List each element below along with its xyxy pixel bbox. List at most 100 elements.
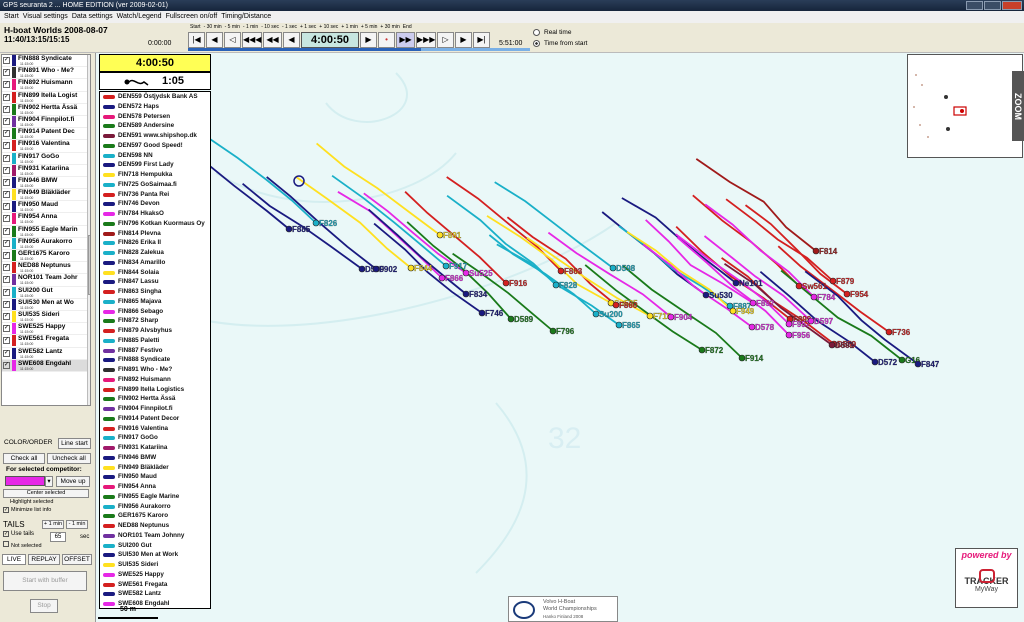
competitor-item[interactable]: ✓ FIN891 Who - Me? 11:15:00 xyxy=(2,67,90,80)
menu-item-2[interactable]: Data settings xyxy=(72,11,113,23)
legend-item[interactable]: FIN891 Who - Me? xyxy=(100,365,210,375)
competitor-checkbox[interactable]: ✓ xyxy=(3,361,10,369)
competitor-checkbox[interactable]: ✓ xyxy=(3,191,10,199)
legend-item[interactable]: GER1675 Karoro xyxy=(100,511,210,521)
competitor-checkbox[interactable]: ✓ xyxy=(3,239,10,247)
color-dropdown-arrow[interactable]: ▾ xyxy=(45,476,53,487)
legend-item[interactable]: FIN863 Singha xyxy=(100,287,210,297)
boat-label[interactable]: D578 xyxy=(755,323,775,332)
line-start-tab[interactable]: Line start xyxy=(58,438,91,449)
fwd-5min-button[interactable]: ▷ xyxy=(437,32,454,48)
boat-label[interactable]: F954 xyxy=(850,290,869,299)
boat-label[interactable]: F949 xyxy=(736,307,755,316)
competitor-checkbox[interactable]: ✓ xyxy=(3,142,10,150)
competitor-item[interactable]: ✓ FIN946 BMW 11:15:00 xyxy=(2,176,90,190)
boat-label[interactable]: F784 xyxy=(817,293,836,302)
go-end-button[interactable]: ▶| xyxy=(473,32,490,48)
boat-label[interactable]: F865 xyxy=(622,321,641,330)
close-button[interactable] xyxy=(1002,1,1022,10)
legend-item[interactable]: FIN931 Katariina xyxy=(100,443,210,453)
competitor-checkbox[interactable]: ✓ xyxy=(3,312,10,320)
competitor-item[interactable]: ✓ FIN931 Katariina 11:15:00 xyxy=(2,164,90,177)
competitor-checkbox[interactable]: ✓ xyxy=(3,227,10,235)
legend-item[interactable]: NED88 Neptunus xyxy=(100,521,210,531)
legend-item[interactable]: FIN916 Valentina xyxy=(100,424,210,434)
competitor-list-scrollbar[interactable] xyxy=(87,55,90,405)
minimize-list-info-option[interactable]: ✓ Minimize list info xyxy=(3,507,51,513)
menu-item-5[interactable]: Timing/Distance xyxy=(221,11,271,23)
back-1min-button[interactable]: ◀◀◀ xyxy=(242,32,262,48)
competitor-item[interactable]: ✓ SUI530 Men at Wo 11:15:00 xyxy=(2,298,90,311)
competitor-item[interactable]: ✓ SWE561 Fregata 11:15:00 xyxy=(2,335,90,348)
legend-item[interactable]: DEN597 Good Speed! xyxy=(100,141,210,151)
competitor-item[interactable]: ✓ SUI200 Gut 11:15:00 xyxy=(2,286,90,299)
legend-item[interactable]: FIN796 Kotkan Kuormaus Oy xyxy=(100,219,210,229)
legend-item[interactable]: DEN598 NN xyxy=(100,151,210,161)
competitor-item[interactable]: ✓ FIN955 Eagle Marin 11:15:00 xyxy=(2,225,90,238)
competitor-item[interactable]: ✓ FIN954 Anna 11:15:00 xyxy=(2,213,90,226)
fwd-30min-button[interactable]: ▶ xyxy=(455,32,472,48)
fwd-1sec-button[interactable]: ▶ xyxy=(360,32,377,48)
legend-item[interactable]: FIN892 Huismann xyxy=(100,375,210,385)
legend-item[interactable]: DEN559 Östjydsk Bank AS xyxy=(100,92,210,102)
boat-label[interactable]: F847 xyxy=(921,360,940,369)
boat-label[interactable]: F902 xyxy=(379,265,398,274)
boat-label[interactable]: F916 xyxy=(509,279,528,288)
center-selected-button[interactable]: Center selected xyxy=(3,489,89,498)
legend-item[interactable]: SWE561 Fregata xyxy=(100,580,210,590)
map-view[interactable]: 32 F885F826D599F902F844F891F917F866Su525… xyxy=(96,53,1024,622)
competitor-item[interactable]: ✓ FIN904 Finnpilot.fi 11:15:00 xyxy=(2,115,90,129)
boat-label[interactable]: D591 xyxy=(835,341,855,350)
legend-item[interactable]: FIN885 Paletti xyxy=(100,336,210,346)
legend-item[interactable]: FIN888 Syndicate xyxy=(100,355,210,365)
minimap[interactable] xyxy=(907,54,1023,158)
boat-label[interactable]: F844 xyxy=(414,264,433,273)
legend-item[interactable]: FIN828 Zalekua xyxy=(100,248,210,258)
legend-item[interactable]: FIN814 Plevna xyxy=(100,229,210,239)
boat-label[interactable]: F872 xyxy=(705,346,724,355)
maximize-button[interactable] xyxy=(984,1,1001,10)
legend-item[interactable]: FIN847 Lassu xyxy=(100,277,210,287)
legend-item[interactable]: SUI530 Men at Work xyxy=(100,550,210,560)
legend-item[interactable]: DEN591 www.shipshop.dk xyxy=(100,131,210,141)
tail-seconds-input[interactable]: 65 xyxy=(50,532,66,542)
boat-label[interactable]: F826 xyxy=(319,219,338,228)
fwd-1min-button[interactable]: ▶▶▶ xyxy=(416,32,436,48)
back-1sec-button[interactable]: ◀ xyxy=(283,32,300,48)
competitor-checkbox[interactable]: ✓ xyxy=(3,105,10,113)
back-30min-button[interactable]: ◀ xyxy=(206,32,223,48)
menu-item-4[interactable]: Fullscreen on/off xyxy=(166,11,218,23)
competitor-checkbox[interactable]: ✓ xyxy=(3,300,10,308)
back-10sec-button[interactable]: ◀◀ xyxy=(263,32,282,48)
competitor-item[interactable]: ✓ NED88 Neptunus 11:15:00 xyxy=(2,262,90,275)
boat-label[interactable]: D572 xyxy=(878,358,898,367)
competitor-item[interactable]: ✓ FIN917 GoGo 11:15:00 xyxy=(2,152,90,165)
competitor-checkbox[interactable]: ✓ xyxy=(3,264,10,272)
record-button[interactable]: • xyxy=(378,32,395,48)
start-with-buffer-button[interactable]: Start with buffer xyxy=(3,571,87,591)
uncheck-all-button[interactable]: Uncheck all xyxy=(47,453,91,464)
competitor-checkbox[interactable]: ✓ xyxy=(3,130,10,138)
fwd-10sec-button[interactable]: ▶▶ xyxy=(396,32,415,48)
boat-label[interactable]: F879 xyxy=(836,277,855,286)
legend-item[interactable]: FIN826 Erika II xyxy=(100,238,210,248)
legend-item[interactable]: FIN834 Amarillo xyxy=(100,258,210,268)
scrollbar-thumb[interactable] xyxy=(88,235,90,295)
legend-item[interactable]: FIN718 Hempukka xyxy=(100,170,210,180)
tails-minus-1min-button[interactable]: - 1 min xyxy=(66,520,88,529)
not-selected-option[interactable]: Not selected xyxy=(3,541,42,549)
boat-label[interactable]: F736 xyxy=(892,328,911,337)
competitor-checkbox[interactable]: ✓ xyxy=(3,117,10,125)
competitor-checkbox[interactable]: ✓ xyxy=(3,154,10,162)
zoom-slider[interactable]: ZOOM xyxy=(1012,71,1024,141)
tails-plus-1min-button[interactable]: + 1 min xyxy=(42,520,64,529)
legend-item[interactable]: FIN956 Aurakorro xyxy=(100,502,210,512)
boat-label[interactable]: Ne101 xyxy=(739,279,763,288)
legend-item[interactable]: FIN844 Solaia xyxy=(100,268,210,278)
boat-label[interactable]: F866 xyxy=(445,274,464,283)
competitor-item[interactable]: ✓ SWE525 Happy 11:15:00 xyxy=(2,323,90,336)
color-order-tab[interactable]: COLOR/ORDER xyxy=(4,439,52,446)
use-tails-option[interactable]: ✓ Use tails xyxy=(3,531,34,537)
legend-item[interactable]: DEN589 Andersine xyxy=(100,121,210,131)
competitor-checkbox[interactable]: ✓ xyxy=(3,337,10,345)
